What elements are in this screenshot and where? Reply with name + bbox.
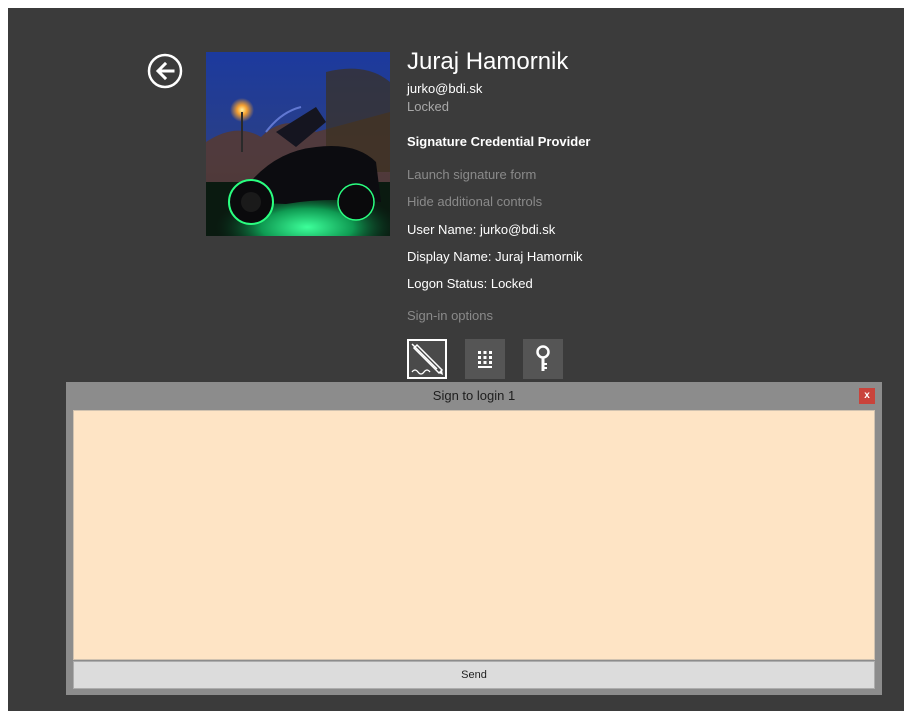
signature-option-tile[interactable] <box>407 339 447 379</box>
dialog-title: Sign to login 1 <box>432 388 516 403</box>
user-display-name: Juraj Hamornik <box>407 48 569 75</box>
close-button[interactable]: x <box>859 388 875 404</box>
signature-canvas[interactable] <box>73 410 875 660</box>
pin-keypad-icon <box>478 351 492 368</box>
user-name-field: User Name: jurko@bdi.sk <box>407 222 556 237</box>
pin-option-tile[interactable] <box>465 339 505 379</box>
back-arrow-icon <box>147 53 183 89</box>
display-name-field: Display Name: Juraj Hamornik <box>407 249 583 264</box>
send-button[interactable]: Send <box>73 661 875 689</box>
key-icon <box>536 345 550 371</box>
password-option-tile[interactable] <box>523 339 563 379</box>
sign-in-options-link[interactable]: Sign-in options <box>407 308 493 323</box>
hide-additional-controls-link[interactable]: Hide additional controls <box>407 194 542 209</box>
logon-status-field: Logon Status: Locked <box>407 276 533 291</box>
signature-pen-icon <box>411 343 444 375</box>
credential-provider-title: Signature Credential Provider <box>407 134 591 149</box>
back-button[interactable] <box>147 53 183 89</box>
user-avatar <box>206 52 390 236</box>
signature-dialog: Sign to login 1 x Send <box>66 382 882 695</box>
user-lock-status: Locked <box>407 99 449 114</box>
launch-signature-form-link[interactable]: Launch signature form <box>407 167 536 182</box>
user-email: jurko@bdi.sk <box>407 81 483 96</box>
